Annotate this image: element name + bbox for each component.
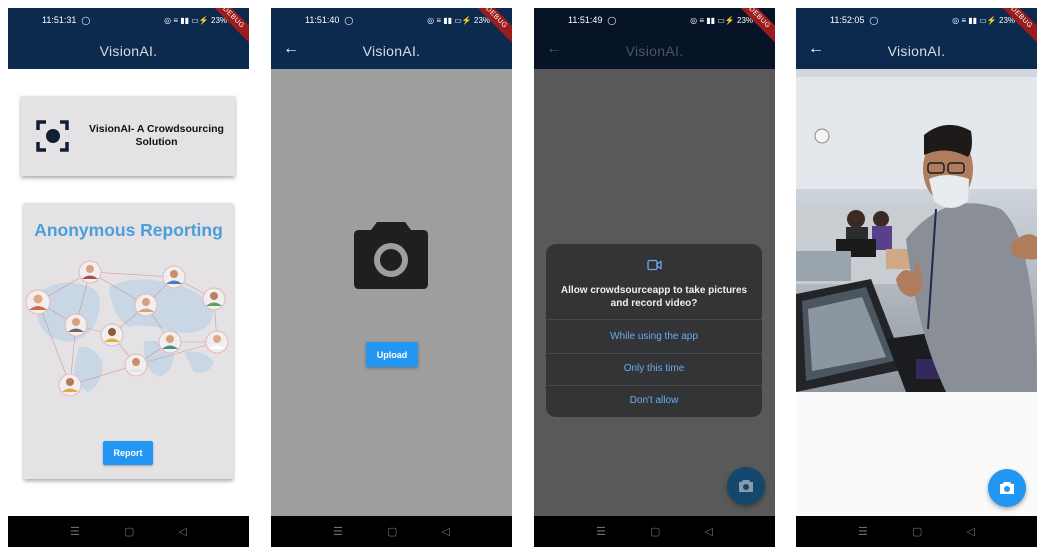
arrow-left-icon: ←	[546, 40, 562, 57]
menu-icon[interactable]: ☰	[858, 525, 868, 538]
camera-icon	[1000, 482, 1014, 494]
square-home-icon[interactable]: ▢	[387, 525, 397, 538]
report-title: Anonymous Reporting	[34, 220, 223, 240]
status-icons: ◎ ≡ ▮▮ ▭⚡ 23%	[164, 15, 227, 25]
app-bar: VisionAI.	[8, 32, 249, 69]
status-icons: ◎ ≡ ▮▮ ▭⚡ 23%	[952, 15, 1015, 25]
divider	[546, 385, 762, 386]
status-time: 11:51:40	[305, 15, 340, 25]
status-icons: ◎ ≡ ▮▮ ▭⚡ 23%	[690, 15, 753, 25]
report-button[interactable]: Report	[103, 441, 153, 465]
app-title: VisionAI.	[99, 42, 158, 59]
status-bar: 11:51:49 ◯ ◎ ≡ ▮▮ ▭⚡ 23%	[534, 8, 775, 32]
square-home-icon[interactable]: ▢	[912, 525, 922, 538]
app-bar: ← VisionAI.	[534, 32, 775, 69]
camera-permission-dialog: Allow crowdsourceapp to take pictures an…	[546, 244, 762, 417]
camera-fab	[727, 467, 765, 505]
while-using-app-option[interactable]: While using the app	[546, 327, 762, 347]
system-nav-bar: ☰ ▢ ◁	[8, 516, 249, 547]
triangle-back-icon[interactable]: ◁	[178, 525, 186, 538]
camera-fab[interactable]	[988, 469, 1026, 507]
menu-icon[interactable]: ☰	[333, 525, 343, 538]
app-title: VisionAI.	[887, 42, 946, 59]
system-nav-bar: ☰ ▢ ◁	[534, 516, 775, 547]
camera-icon	[739, 480, 753, 492]
whatsapp-icon: ◯	[81, 15, 91, 25]
hero-text: VisionAI- A Crowdsourcing Solution	[89, 123, 224, 148]
app-title: VisionAI.	[625, 42, 684, 59]
triangle-back-icon[interactable]: ◁	[441, 525, 449, 538]
anonymous-reporting-card: Anonymous Reporting Report	[24, 203, 233, 479]
app-bar: ← VisionAI.	[271, 32, 512, 69]
status-icons: ◎ ≡ ▮▮ ▭⚡ 23%	[427, 15, 490, 25]
upload-body: Upload	[271, 69, 512, 516]
arrow-left-icon[interactable]: ←	[283, 40, 299, 58]
phone-screen-upload: 11:51:40 ◯ ◎ ≡ ▮▮ ▭⚡ 23% DEBUG ← VisionA…	[271, 8, 512, 547]
upload-button[interactable]: Upload	[366, 342, 418, 367]
status-bar: 11:52:05 ◯ ◎ ≡ ▮▮ ▭⚡ 23%	[796, 8, 1037, 32]
center-focus-icon	[36, 119, 70, 153]
whatsapp-icon: ◯	[869, 15, 879, 25]
whatsapp-icon: ◯	[344, 15, 354, 25]
menu-icon[interactable]: ☰	[70, 525, 80, 538]
app-title: VisionAI.	[362, 42, 421, 59]
system-nav-bar: ☰ ▢ ◁	[796, 516, 1037, 547]
divider	[546, 319, 762, 320]
status-time: 11:52:05	[830, 15, 865, 25]
status-time: 11:51:31	[42, 15, 77, 25]
home-body: VisionAI- A Crowdsourcing Solution Anony…	[8, 69, 249, 516]
status-time: 11:51:49	[568, 15, 603, 25]
triangle-back-icon[interactable]: ◁	[966, 525, 974, 538]
hero-card: VisionAI- A Crowdsourcing Solution	[21, 96, 235, 176]
videocam-icon	[647, 258, 662, 271]
whatsapp-icon: ◯	[607, 15, 617, 25]
camera-icon[interactable]	[353, 220, 429, 290]
triangle-back-icon[interactable]: ◁	[704, 525, 712, 538]
status-bar: 11:51:40 ◯ ◎ ≡ ▮▮ ▭⚡ 23%	[271, 8, 512, 32]
square-home-icon[interactable]: ▢	[650, 525, 660, 538]
permission-question: Allow crowdsourceapp to take pictures an…	[560, 285, 748, 309]
phone-screen-captured: 11:52:05 ◯ ◎ ≡ ▮▮ ▭⚡ 23% DEBUG ← VisionA…	[796, 8, 1037, 547]
status-bar: 11:51:31 ◯ ◎ ≡ ▮▮ ▭⚡ 23%	[8, 8, 249, 32]
system-nav-bar: ☰ ▢ ◁	[271, 516, 512, 547]
arrow-left-icon[interactable]: ←	[808, 40, 824, 58]
dont-allow-option[interactable]: Don't allow	[546, 391, 762, 411]
captured-photo	[796, 69, 1037, 392]
divider	[546, 353, 762, 354]
only-this-time-option[interactable]: Only this time	[546, 359, 762, 379]
captured-body	[796, 69, 1037, 516]
permission-body: Allow crowdsourceapp to take pictures an…	[534, 69, 775, 516]
app-bar: ← VisionAI.	[796, 32, 1037, 69]
phone-screen-permission: 11:51:49 ◯ ◎ ≡ ▮▮ ▭⚡ 23% DEBUG ← VisionA…	[534, 8, 775, 547]
square-home-icon[interactable]: ▢	[124, 525, 134, 538]
phone-screen-home: 11:51:31 ◯ ◎ ≡ ▮▮ ▭⚡ 23% DEBUG VisionAI.…	[8, 8, 249, 547]
network-illustration	[24, 257, 233, 407]
menu-icon[interactable]: ☰	[596, 525, 606, 538]
